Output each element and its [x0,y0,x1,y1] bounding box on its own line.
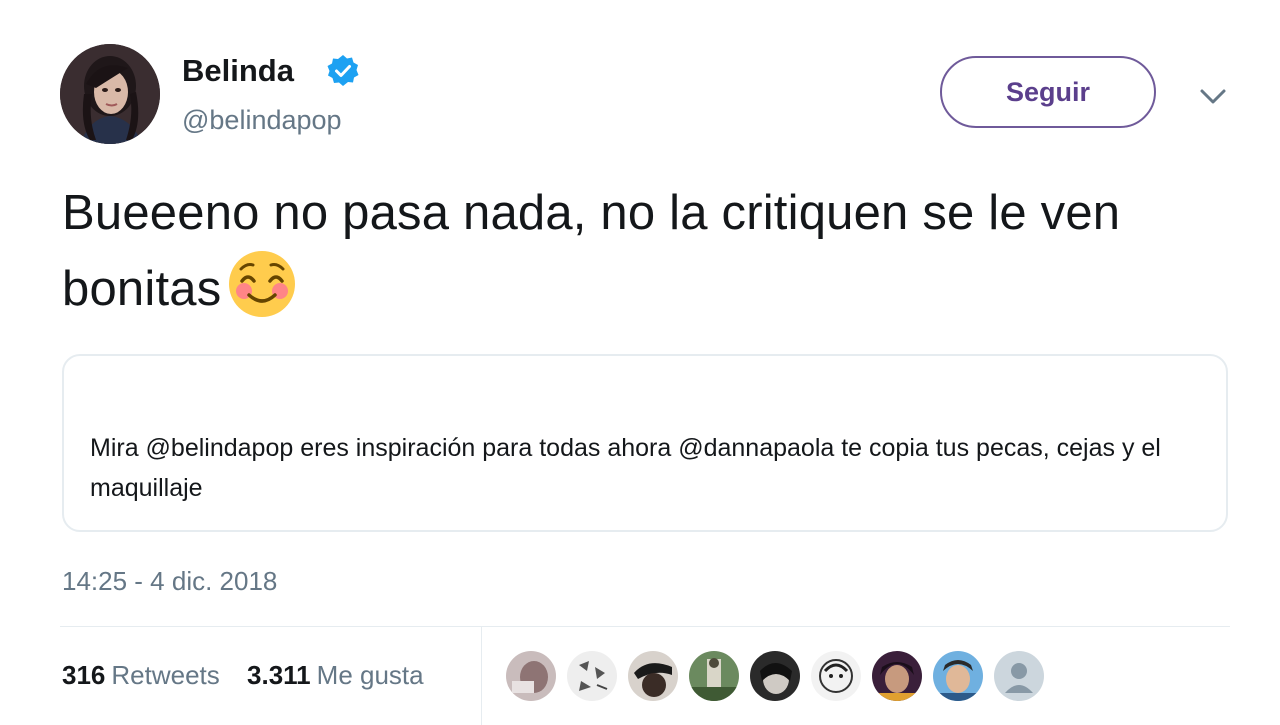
likes-label: Me gusta [316,660,424,690]
liker-avatar[interactable] [689,651,739,701]
follow-button[interactable]: Seguir [940,56,1156,128]
stats-vertical-divider [481,627,482,725]
liker-avatar[interactable] [811,651,861,701]
likes-stat[interactable]: 3.311 Me gusta [247,657,424,693]
stats-divider [60,626,1230,627]
liker-avatar-default[interactable] [994,651,1044,701]
tweet-card: Belinda @belindapop Seguir Bueeeno no pa… [0,0,1280,725]
tweet-text-content: Bueeeno no pasa nada, no la critiquen se… [62,186,1121,316]
quoted-tweet-text: Mira @belindapop eres inspiración para t… [90,434,1161,502]
liker-avatar[interactable] [872,651,922,701]
chevron-down-icon[interactable] [1196,82,1230,110]
likes-count: 3.311 [247,660,311,690]
verified-badge-icon [327,55,359,86]
tweet-timestamp[interactable]: 14:25 - 4 dic. 2018 [62,564,277,598]
liker-avatar[interactable] [628,651,678,701]
quoted-tweet-card[interactable]: Mira @belindapop eres inspiración para t… [62,354,1228,532]
author-display-name[interactable]: Belinda [182,52,294,90]
smiling-face-emoji-icon [229,251,296,317]
retweets-count: 316 [62,660,106,690]
liker-avatar[interactable] [933,651,983,701]
liker-avatar[interactable] [506,651,556,701]
tweet-text: Bueeeno no pasa nada, no la critiquen se… [62,178,1222,325]
author-handle[interactable]: @belindapop [182,103,342,137]
liker-avatar[interactable] [567,651,617,701]
tweet-stats: 316 Retweets 3.311 Me gusta [62,657,444,693]
liker-avatars [506,651,1055,701]
author-avatar[interactable] [60,44,160,144]
liker-avatar[interactable] [750,651,800,701]
retweets-stat[interactable]: 316 Retweets [62,657,220,693]
retweets-label: Retweets [111,660,220,690]
